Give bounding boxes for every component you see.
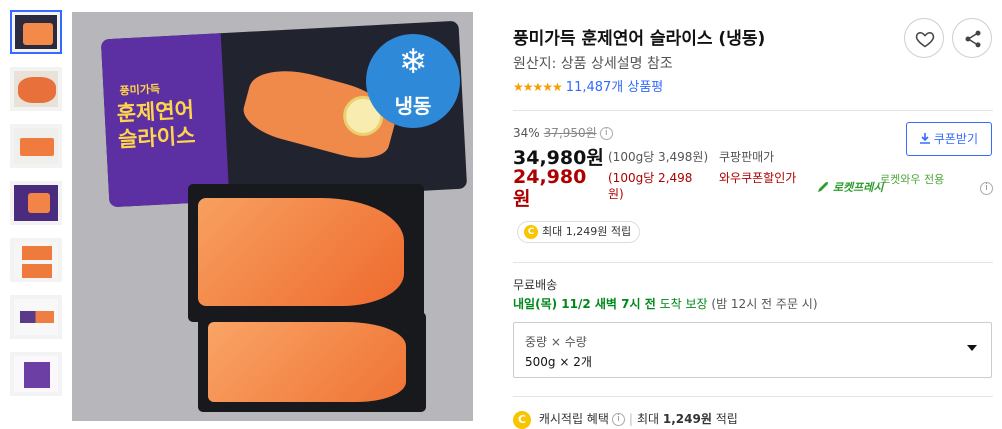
info-icon[interactable]: i [980,182,993,195]
thumbnail-image [14,128,58,164]
salmon-tray-bottom [198,312,426,412]
download-icon [920,133,930,144]
product-origin: 원산지: 상품 상세설명 참조 [513,56,673,72]
cash-benefit-prefix: 최대 [636,412,660,426]
separator: | [628,412,633,426]
frozen-label: 냉동 [394,94,432,118]
review-count-link[interactable]: 11,487개 상품평 [566,80,663,95]
package-title: 훈제연어 슬라이스 [116,97,196,152]
coin-icon: C [524,225,538,239]
salmon-fillet [208,322,406,402]
cash-benefit-suffix: 적립 [715,412,738,426]
thumbnail-image [15,15,57,49]
thumbnail-image [14,185,58,221]
arrival-date: 내일(목) 11/2 새벽 7시 전 [513,297,656,311]
discount-line: 34% 37,950원 i [513,124,613,141]
thumbnail-5[interactable] [10,238,62,282]
cash-benefit-amount: 1,249원 [662,412,712,426]
salmon-tray-top [188,184,424,322]
rocket-wow-label: 로켓와우 전용 [880,173,945,186]
shipping-type: 무료배송 [513,278,558,292]
wow-unit-price: (100g당 2,498원) [608,171,693,201]
order-deadline-note: (밤 12시 전 주문 시) [711,297,818,311]
thumbnail-7[interactable] [10,352,62,396]
thumbnail-1[interactable] [10,10,62,54]
rocket-fresh-badge: 로켓프레시 [817,179,883,195]
cash-reward-badge: C 최대 1,249원 적립 [517,221,641,243]
heart-icon [915,31,935,48]
share-icon [965,30,981,48]
arrival-guarantee: 도착 보장 [659,297,708,311]
seller-label: 쿠팡판매가 [719,150,775,164]
cash-benefit: C 캐시적립 혜택 i | 최대 1,249원 적립 [513,410,738,429]
chevron-down-icon [967,345,977,351]
cash-benefit-label: 캐시적립 혜택 [538,412,609,426]
cash-reward-text: 최대 1,249원 적립 [542,225,632,238]
thumbnail-4[interactable] [10,181,62,225]
thumbnail-image [14,356,58,392]
package-label-panel: 풍미가득 훈제연어 슬라이스 [100,33,230,208]
divider [513,396,993,397]
thumbnail-image [14,299,58,335]
coupon-button-label: 쿠폰받기 [933,132,978,146]
thumbnail-list [10,10,64,409]
delivery-info: 내일(목) 11/2 새벽 7시 전 도착 보장 (밤 12시 전 주문 시) [513,295,818,312]
share-button[interactable] [952,18,992,58]
wishlist-button[interactable] [904,18,944,58]
divider [513,262,993,263]
main-product-image[interactable]: 풍미가득 훈제연어 슬라이스 ❄ 냉동 [72,12,473,421]
product-title: 풍미가득 훈제연어 슬라이스 (냉동) [513,29,766,49]
thumbnail-6[interactable] [10,295,62,339]
option-label: 중량 × 수량 [525,335,587,349]
wow-coupon-label: 와우쿠폰할인가 [719,171,797,185]
thumbnail-3[interactable] [10,124,62,168]
snowflake-icon: ❄ [398,42,428,82]
info-icon[interactable]: i [599,127,613,140]
thumbnail-image [14,71,58,107]
rating[interactable]: ★★★★★ 11,487개 상품평 [513,76,663,95]
package-brand: 풍미가득 [119,82,161,98]
original-price: 37,950원 [543,126,597,140]
rocket-icon [818,182,828,192]
thumbnail-2[interactable] [10,67,62,111]
rocket-fresh-label: 로켓프레시 [832,181,884,194]
option-select[interactable]: 중량 × 수량 500g × 2개 [513,322,992,378]
thumbnail-image [14,242,58,278]
salmon-fillet [198,198,404,306]
rating-stars: ★★★★★ [513,80,563,94]
coin-icon: C [513,410,531,429]
coupon-download-button[interactable]: 쿠폰받기 [906,122,992,156]
divider [513,110,993,111]
frozen-badge: ❄ 냉동 [366,34,460,128]
info-icon[interactable]: i [611,413,625,426]
sale-unit-price: (100g당 3,498원) [608,150,709,164]
discount-rate: 34% [513,126,540,140]
wow-price: 24,980원 [513,166,587,210]
option-value: 500g × 2개 [525,355,592,369]
